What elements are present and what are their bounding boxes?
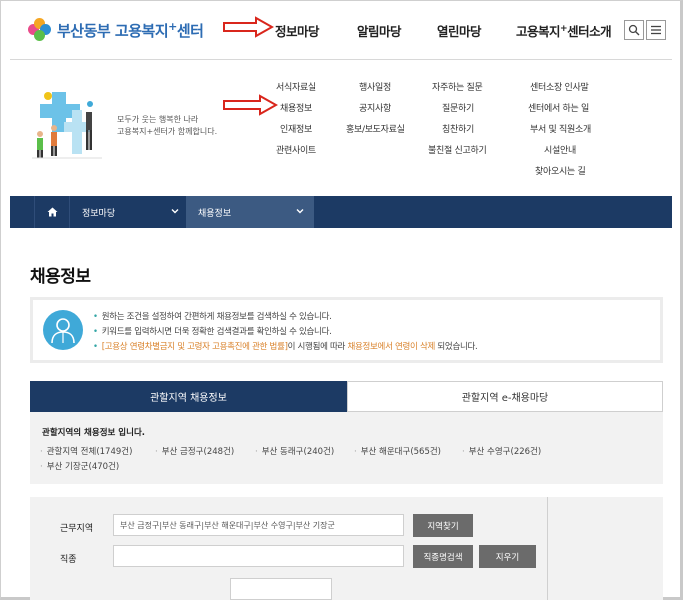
region-link-suyeong[interactable]: · 부산 수영구(226건) [462, 445, 541, 457]
submenu-facilities[interactable]: 시설안내 [544, 143, 576, 156]
menu-button[interactable] [646, 20, 666, 40]
promo-line-1: 모두가 웃는 행복한 나라 [117, 115, 199, 124]
hamburger-menu-icon [651, 25, 661, 35]
submenu-press[interactable]: 홍보/보도자료실 [346, 122, 405, 135]
header-divider [10, 59, 672, 60]
form-divider [547, 497, 548, 600]
job-search-button[interactable]: 직종명검색 [413, 545, 473, 568]
annotation-arrow-icon [223, 16, 274, 38]
tab-e-recruit[interactable]: 관할지역 e-채용마당 [347, 381, 663, 412]
person-icon [43, 310, 83, 350]
notice-item: • [고용상 연령차별금지 및 고령자 고용촉진에 관한 법률]이 시행됨에 따라… [93, 342, 478, 352]
breadcrumb-level1-label: 정보마당 [82, 208, 116, 219]
area-search-button[interactable]: 지역찾기 [413, 514, 473, 537]
submenu-announcements[interactable]: 공지사항 [359, 101, 391, 114]
region-link-all[interactable]: · 관할지역 전체(1749건) [40, 445, 132, 457]
region-box: 관할지역의 채용정보 입니다. · 관할지역 전체(1749건) · 부산 금정구(… [30, 412, 663, 484]
area-field[interactable]: 부산 금정구|부산 동래구|부산 해운대구|부산 수영구|부산 기장군 [113, 514, 404, 536]
notice-list: • 원하는 조건을 설정하여 간편하게 채용정보를 검색하실 수 있습니다. • 키… [93, 310, 478, 355]
region-link-geumjeong[interactable]: · 부산 금정구(248건) [155, 445, 234, 457]
chevron-down-icon [171, 209, 179, 214]
tab-jurisdiction-jobs[interactable]: 관할지역 채용정보 [30, 381, 347, 412]
logo-text: 부산동부 고용복지+센터 [57, 19, 204, 40]
promo-line-2: 고용복지+센터가 함께합니다. [117, 127, 218, 136]
submenu-directions[interactable]: 찾아오시는 길 [535, 164, 586, 177]
logo-mark-icon [28, 18, 52, 42]
breadcrumb-level2-label: 채용정보 [198, 208, 232, 219]
breadcrumb-home[interactable] [34, 196, 70, 228]
submenu-praise[interactable]: 칭찬하기 [442, 122, 474, 135]
breadcrumb-level2[interactable]: 채용정보 [186, 196, 314, 228]
search-icon [628, 24, 640, 36]
submenu-staff[interactable]: 부서 및 직원소개 [530, 122, 591, 135]
annotation-arrow-icon-2 [223, 94, 278, 116]
breadcrumb-level1[interactable]: 정보마당 [70, 196, 190, 228]
submenu-talent[interactable]: 인재정보 [280, 122, 312, 135]
submenu-greeting[interactable]: 센터소장 인사말 [530, 80, 589, 93]
nav-center-intro[interactable]: 고용복지+센터소개 [516, 21, 612, 40]
submenu-recruit[interactable]: 채용정보 [280, 101, 312, 114]
page-title: 채용정보 [30, 267, 91, 287]
submenu-related-sites[interactable]: 관련사이트 [276, 143, 316, 156]
region-link-haeundae[interactable]: · 부산 해운대구(565건) [354, 445, 441, 457]
notice-item: • 원하는 조건을 설정하여 간편하게 채용정보를 검색하실 수 있습니다. [93, 312, 332, 322]
notice-box: • 원하는 조건을 설정하여 간편하게 채용정보를 검색하실 수 있습니다. • 키… [30, 297, 663, 363]
nav-open[interactable]: 열린마당 [437, 21, 482, 40]
chevron-down-icon [296, 209, 304, 214]
people-illustration-icon [32, 92, 102, 159]
logo[interactable]: 부산동부 고용복지+센터 [28, 18, 204, 42]
job-label: 직종 [60, 555, 77, 565]
breadcrumb: 정보마당 채용정보 [10, 196, 672, 228]
form-field-partial[interactable] [230, 578, 332, 600]
region-title: 관할지역의 채용정보 입니다. [42, 428, 145, 438]
nav-info[interactable]: 정보마당 [275, 21, 320, 40]
notice-item: • 키워드를 입력하시면 더욱 정확한 검색결과를 확인하실 수 있습니다. [93, 327, 332, 337]
nav-notice[interactable]: 알림마당 [357, 21, 402, 40]
home-icon [47, 207, 57, 217]
submenu-faq[interactable]: 자주하는 질문 [432, 80, 483, 93]
submenu-services[interactable]: 센터에서 하는 일 [528, 101, 589, 114]
search-button[interactable] [624, 20, 644, 40]
submenu-events[interactable]: 행사일정 [359, 80, 391, 93]
clear-button[interactable]: 지우기 [479, 545, 536, 568]
submenu-complaint[interactable]: 불친절 신고하기 [428, 143, 487, 156]
area-label: 근무지역 [60, 524, 94, 534]
region-link-gijang[interactable]: · 부산 기장군(470건) [40, 460, 119, 472]
job-field[interactable] [113, 545, 404, 567]
submenu-forms[interactable]: 서식자료실 [276, 80, 316, 93]
submenu-ask[interactable]: 질문하기 [442, 101, 474, 114]
promo-text: 모두가 웃는 행복한 나라 고용복지+센터가 함께합니다. [117, 114, 217, 138]
region-link-dongnae[interactable]: · 부산 동래구(240건) [255, 445, 334, 457]
